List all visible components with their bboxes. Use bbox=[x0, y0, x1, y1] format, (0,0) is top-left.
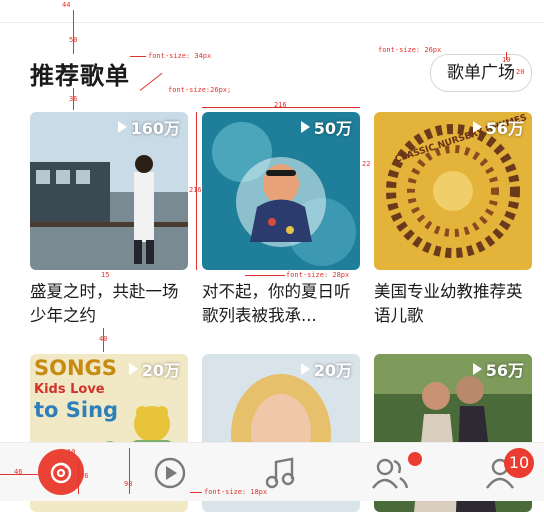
measure-line bbox=[78, 460, 79, 494]
playlist-cover[interactable]: CLASSIC NURSERY RHYMES 56万 bbox=[374, 112, 532, 270]
measure-label: 216 bbox=[274, 101, 287, 109]
play-icon bbox=[300, 363, 310, 375]
play-count: 56万 bbox=[472, 115, 524, 139]
play-icon bbox=[300, 121, 310, 133]
measure-label: 46 bbox=[14, 468, 23, 476]
playlist-cover[interactable]: 160万 bbox=[30, 112, 188, 270]
play-count: 56万 bbox=[472, 357, 524, 381]
cover-text-to-sing: to Sing bbox=[34, 398, 119, 422]
play-icon bbox=[472, 363, 482, 375]
message-badge: 10 bbox=[504, 448, 534, 478]
measure-label: 40 bbox=[99, 335, 108, 343]
measure-label: 22 bbox=[362, 160, 371, 168]
section-header: 推荐歌单 歌单广场 bbox=[30, 52, 532, 92]
playlist-cover[interactable]: 50万 bbox=[202, 112, 360, 270]
measure-label: 36 bbox=[69, 95, 78, 103]
measure-line bbox=[73, 10, 74, 54]
measure-label: 44 bbox=[62, 1, 71, 9]
play-icon bbox=[117, 121, 127, 133]
font-size-label: font-size: 26px bbox=[378, 46, 442, 54]
measure-line bbox=[130, 56, 146, 57]
music-note-icon bbox=[265, 457, 295, 489]
measure-label: 10 bbox=[67, 448, 76, 456]
tab-video[interactable] bbox=[148, 451, 192, 495]
font-size-label: font-size: 18px bbox=[204, 488, 268, 496]
music-disc-icon bbox=[50, 462, 72, 484]
play-count: 50万 bbox=[300, 115, 352, 139]
play-circle-icon bbox=[154, 457, 186, 489]
friends-icon bbox=[372, 458, 409, 489]
playlist-caption: 盛夏之时，共赴一场少年之约 bbox=[30, 282, 179, 325]
cover-text-kids: Kids Love bbox=[34, 382, 105, 397]
playlist-card[interactable]: CLASSIC NURSERY RHYMES 56万 美国专业幼教推荐英语儿歌 bbox=[374, 112, 532, 328]
measure-line bbox=[190, 492, 202, 493]
cover-text-songs: SONGS bbox=[34, 356, 117, 380]
measure-label: 20 bbox=[516, 68, 525, 76]
play-count: 20万 bbox=[300, 357, 352, 381]
play-count: 160万 bbox=[117, 115, 180, 139]
measure-label: 98 bbox=[124, 480, 133, 488]
play-icon bbox=[472, 121, 482, 133]
measure-label: 10 bbox=[502, 56, 511, 64]
top-divider bbox=[0, 22, 544, 23]
play-count: 20万 bbox=[128, 357, 180, 381]
measure-label: 216 bbox=[189, 186, 202, 194]
playlist-card[interactable]: 160万 盛夏之时，共赴一场少年之约 bbox=[30, 112, 188, 328]
playlist-card[interactable]: 50万 对不起，你的夏日听歌列表被我承... bbox=[202, 112, 360, 328]
playlist-caption: 美国专业幼教推荐英语儿歌 bbox=[374, 282, 523, 325]
playlist-caption: 对不起，你的夏日听歌列表被我承... bbox=[202, 282, 351, 325]
measure-line bbox=[245, 275, 285, 276]
section-title: 推荐歌单 bbox=[30, 62, 130, 90]
font-size-label: font-size: 34px bbox=[148, 52, 212, 60]
measure-label: 50 bbox=[69, 36, 78, 44]
notification-dot bbox=[408, 452, 422, 466]
measure-label: 15 bbox=[101, 271, 110, 279]
font-size-label: font-size: 28px bbox=[286, 271, 350, 279]
tab-friends[interactable] bbox=[368, 451, 412, 495]
measure-label: 56 bbox=[80, 472, 89, 480]
play-icon bbox=[128, 363, 138, 375]
font-size-label: font-size:26px; bbox=[168, 86, 232, 94]
